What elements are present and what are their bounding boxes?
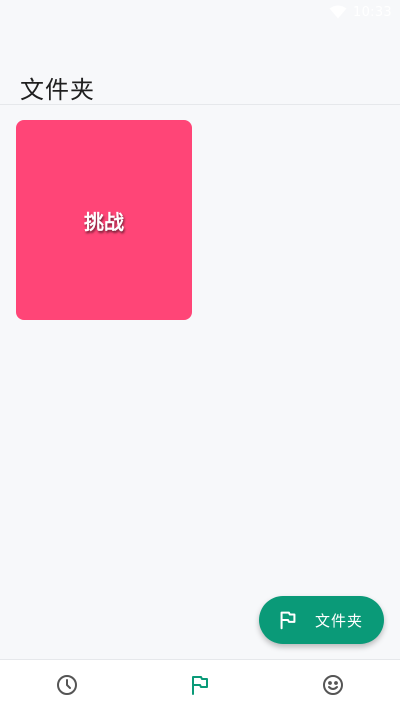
folder-card-challenge[interactable]: 挑战 bbox=[16, 120, 192, 320]
flag-icon bbox=[191, 676, 208, 695]
smiley-icon bbox=[323, 675, 344, 695]
app-bar: 文件夹 bbox=[0, 60, 400, 105]
status-time: 10:33 bbox=[353, 4, 392, 20]
nav-item-history[interactable] bbox=[0, 660, 133, 710]
flag-icon bbox=[280, 611, 296, 630]
status-bar: 10:33 bbox=[0, 0, 400, 24]
nav-item-profile[interactable] bbox=[267, 660, 400, 710]
folder-card-label: 挑战 bbox=[84, 209, 124, 234]
bottom-nav bbox=[0, 659, 400, 710]
new-folder-fab[interactable]: 文件夹 bbox=[259, 596, 384, 644]
app-screen: 10:33 文件夹 挑战 文件夹 bbox=[0, 0, 400, 710]
page-title: 文件夹 bbox=[20, 76, 95, 104]
nav-item-folders[interactable] bbox=[133, 660, 266, 710]
wifi-icon bbox=[329, 5, 347, 19]
clock-icon bbox=[56, 675, 77, 695]
fab-label: 文件夹 bbox=[315, 611, 364, 630]
